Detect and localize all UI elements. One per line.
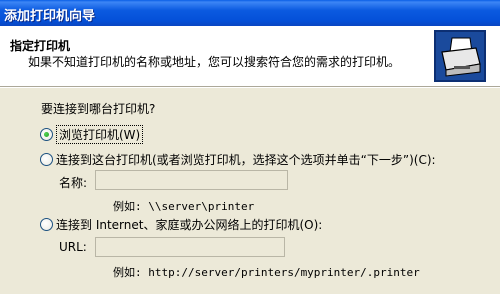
url-example-text: 例如: http://server/printers/myprinter/.pr… [113, 266, 420, 279]
browse-printers-radio[interactable]: 浏览打印机(W) [40, 125, 144, 144]
internet-printer-label[interactable]: 连接到 Internet、家庭或办公网络上的打印机(O): [56, 216, 322, 233]
header-separator [0, 86, 500, 88]
connect-printer-radio[interactable]: 连接到这台打印机(或者浏览打印机，选择这个选项并单击“下一步”)(C): [40, 151, 436, 168]
question-label: 要连接到哪台打印机? [41, 102, 156, 116]
wizard-header: 指定打印机 如果不知道打印机的名称或地址，您可以搜索符合您的需求的打印机。 [0, 26, 500, 86]
browse-printers-label[interactable]: 浏览打印机(W) [56, 125, 144, 144]
connect-printer-label[interactable]: 连接到这台打印机(或者浏览打印机，选择这个选项并单击“下一步”)(C): [56, 151, 436, 168]
window-title: 添加打印机向导 [4, 9, 96, 24]
radio-checked-icon[interactable] [40, 128, 53, 141]
name-example-text: 例如: \\server\printer [113, 200, 255, 213]
title-bar[interactable]: 添加打印机向导 [0, 0, 500, 26]
radio-unchecked-icon[interactable] [40, 218, 53, 231]
url-field-label: URL: [59, 240, 87, 254]
internet-printer-radio[interactable]: 连接到 Internet、家庭或办公网络上的打印机(O): [40, 216, 322, 233]
name-field-label: 名称: [59, 176, 88, 190]
header-title: 指定打印机 [10, 39, 71, 53]
header-subtitle: 如果不知道打印机的名称或地址，您可以搜索符合您的需求的打印机。 [28, 55, 401, 69]
printer-icon [434, 30, 486, 82]
printer-url-input[interactable] [95, 237, 285, 257]
printer-name-input[interactable] [95, 170, 288, 190]
radio-unchecked-icon[interactable] [40, 153, 53, 166]
